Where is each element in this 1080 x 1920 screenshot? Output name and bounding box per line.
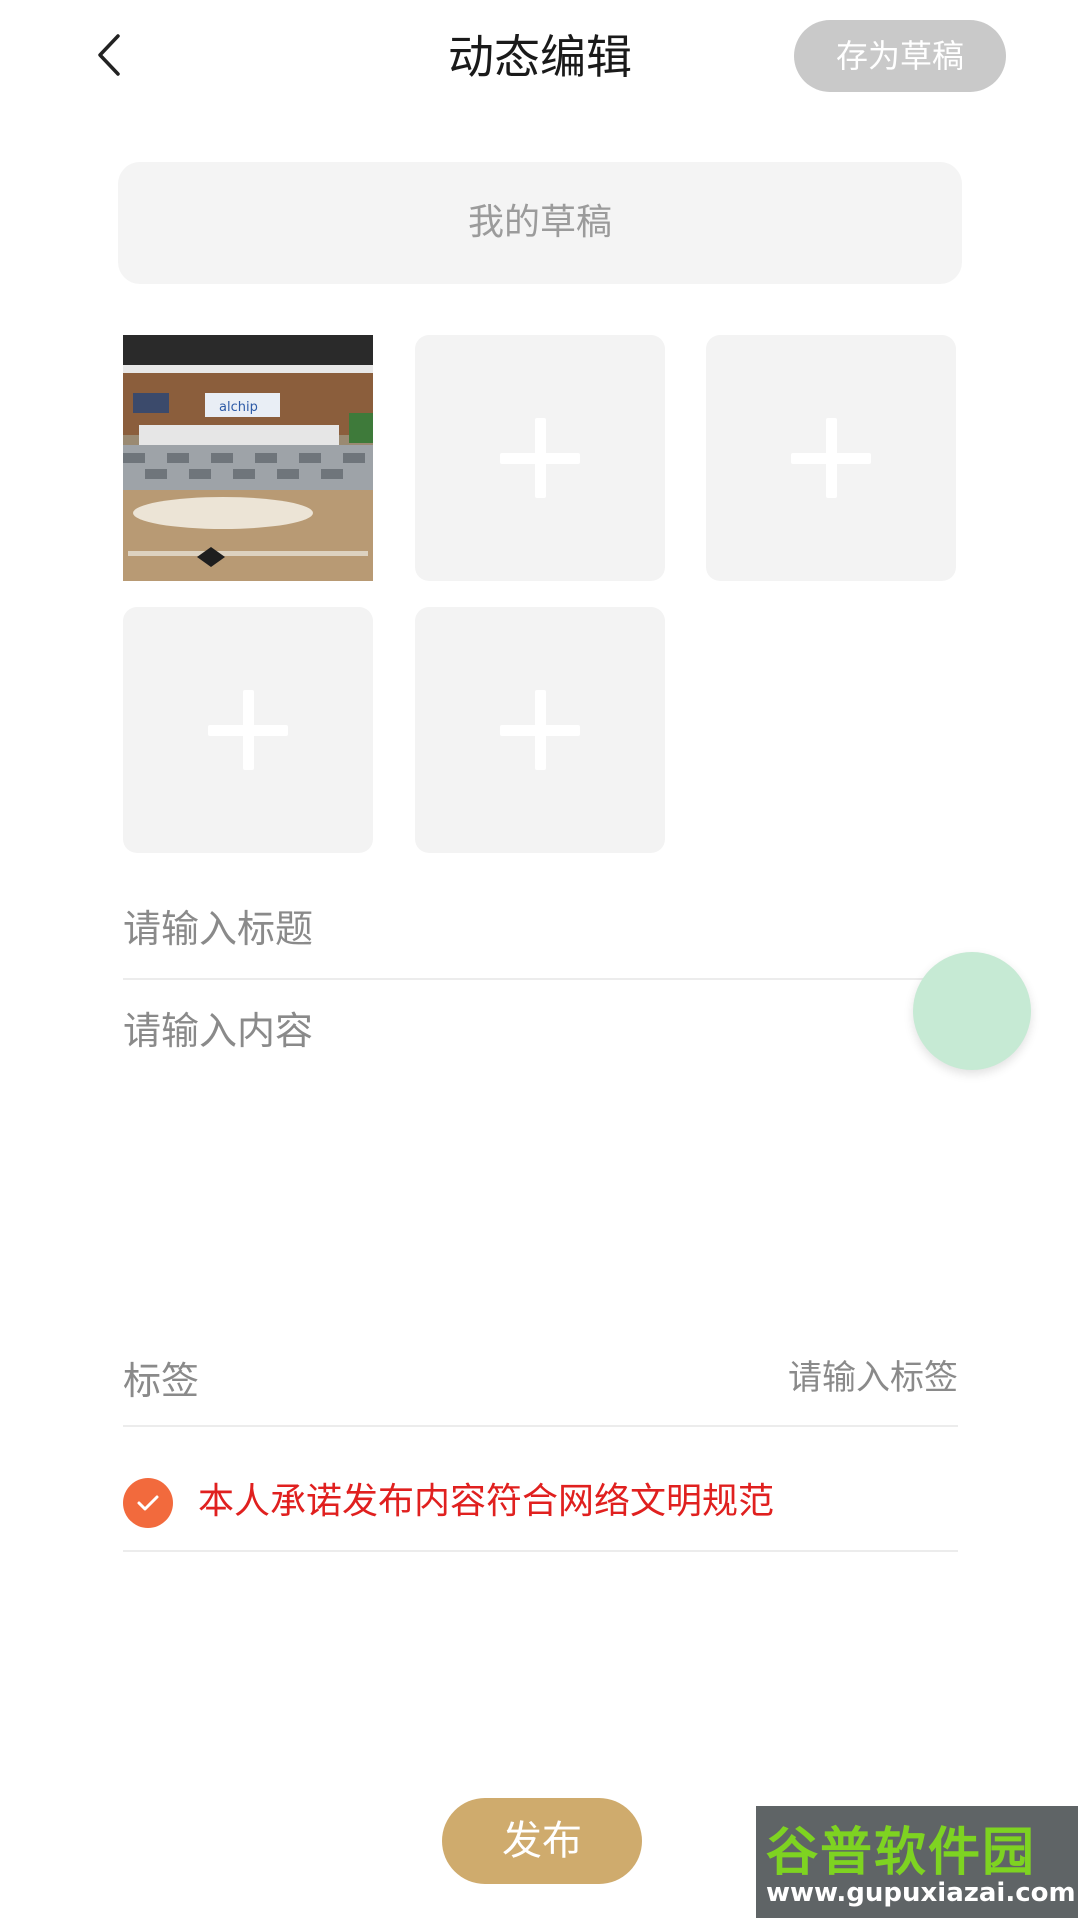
tag-input[interactable]: 请输入标签 bbox=[700, 1350, 958, 1399]
plus-icon bbox=[500, 418, 580, 498]
add-image-slot[interactable] bbox=[415, 607, 665, 853]
tag-label: 标签 bbox=[123, 1359, 200, 1403]
watermark-url: www.gupuxiazai.com bbox=[766, 1878, 1076, 1908]
check-icon bbox=[137, 1495, 159, 1511]
divider bbox=[123, 1425, 958, 1427]
svg-text:alchip: alchip bbox=[219, 400, 258, 415]
add-image-slot[interactable] bbox=[123, 607, 373, 853]
plus-icon bbox=[500, 690, 580, 770]
my-drafts-button[interactable]: 我的草稿 bbox=[118, 162, 962, 284]
save-draft-button[interactable]: 存为草稿 bbox=[794, 20, 1006, 92]
divider bbox=[123, 978, 958, 980]
plus-icon bbox=[208, 690, 288, 770]
publish-button[interactable]: 发布 bbox=[442, 1798, 642, 1884]
agreement-text: 本人承诺发布内容符合网络文明规范 bbox=[198, 1481, 775, 1522]
photo-thumbnail: alchip bbox=[123, 335, 373, 581]
title-input[interactable]: 请输入标题 bbox=[123, 898, 313, 953]
watermark-title: 谷普软件园 bbox=[766, 1823, 1037, 1883]
plus-icon bbox=[791, 418, 871, 498]
watermark: 谷普软件园 www.gupuxiazai.com bbox=[756, 1806, 1078, 1918]
add-image-slot[interactable] bbox=[415, 335, 665, 581]
divider bbox=[123, 1550, 958, 1552]
uploaded-photo[interactable]: alchip bbox=[123, 335, 373, 581]
agreement-checkbox[interactable] bbox=[123, 1478, 173, 1528]
floating-action-button[interactable] bbox=[913, 952, 1031, 1070]
add-image-slot[interactable] bbox=[706, 335, 956, 581]
content-input[interactable]: 请输入内容 bbox=[123, 1000, 313, 1055]
